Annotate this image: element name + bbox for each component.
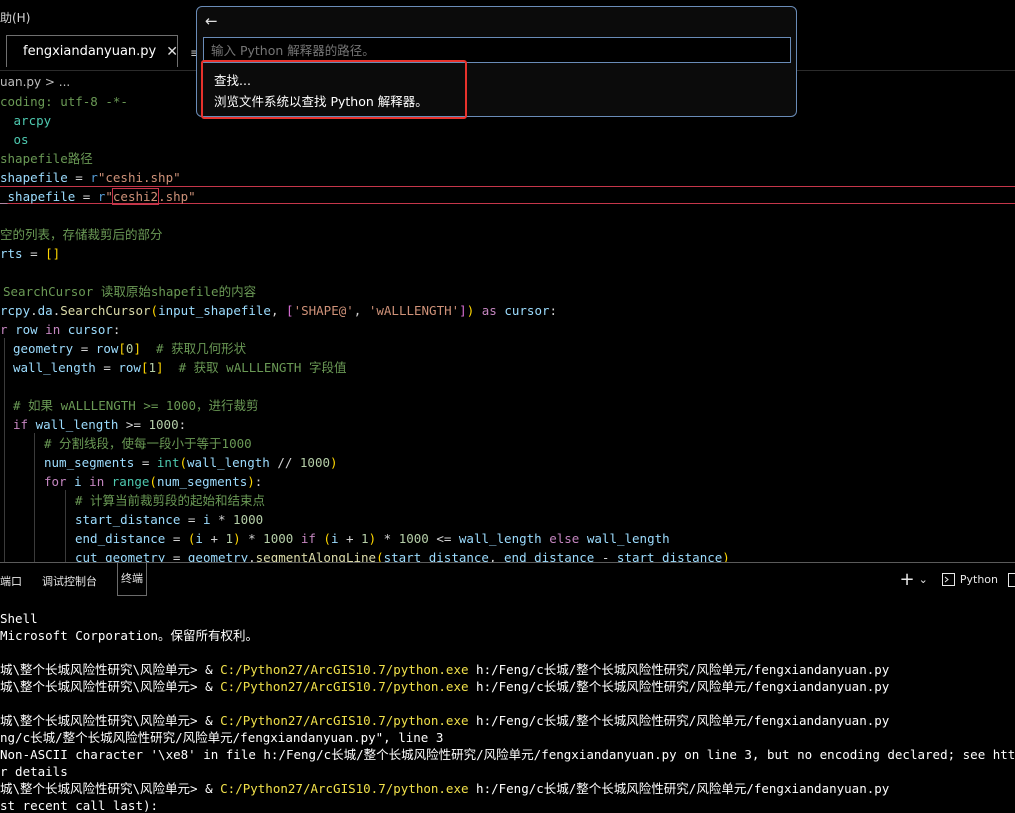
- code-line: coding: utf-8 -*-: [0, 94, 128, 109]
- annotation-highlight-box: [201, 60, 467, 119]
- tab-label: fengxiandanyuan.py: [23, 44, 157, 59]
- terminal-line: st recent call last):: [0, 798, 159, 813]
- code-editor[interactable]: coding: utf-8 -*- arcpy os shapefile路径 s…: [0, 92, 1015, 562]
- code-line: geometry = row[0] # 获取几何形状: [13, 341, 247, 356]
- terminal-line: r details: [0, 764, 68, 779]
- code-line: shapefile = r"ceshi.shp": [0, 170, 181, 185]
- tab-ports[interactable]: 端口: [0, 573, 22, 589]
- close-icon[interactable]: ✕: [166, 44, 178, 60]
- terminal-line: 城\整个长城风险性研究\风险单元> & C:/Python27/ArcGIS10…: [0, 678, 889, 695]
- terminal-arg: h:/Feng/c长城/整个长城风险性研究/风险单元/fengxiandanyu…: [468, 679, 890, 694]
- chevron-down-icon[interactable]: ⌄: [919, 573, 928, 586]
- split-terminal-icon[interactable]: [1008, 572, 1015, 587]
- code-line: shapefile路径: [0, 151, 93, 166]
- indent-guide: [65, 490, 66, 562]
- terminal-prompt: 城\整个长城风险性研究\风险单元> &: [0, 662, 221, 677]
- python-exe-path: C:/Python27/ArcGIS10.7/python.exe: [220, 662, 469, 677]
- code-line: _shapefile = r"ceshi2.shp": [0, 188, 196, 205]
- menu-help[interactable]: 助(H): [0, 9, 30, 26]
- module-name: os: [6, 132, 29, 147]
- terminal-line: ng/c长城/整个长城风险性研究/风险单元/fengxiandanyuan.py…: [0, 730, 444, 745]
- panel-tab-bar: 端口 调试控制台 终端 + ⌄ Python: [0, 562, 1015, 596]
- terminal-arg: h:/Feng/c长城/整个长城风险性研究/风险单元/fengxiandanyu…: [468, 713, 890, 728]
- vscode-window: 助(H) fengxiandanyuan.py ✕ ≡ uan.py > ...…: [0, 0, 1015, 813]
- terminal-arg: h:/Feng/c长城/整个长城风险性研究/风险单元/fengxiandanyu…: [468, 781, 890, 796]
- code-line: r row in cursor:: [0, 322, 121, 337]
- terminal-line: 城\整个长城风险性研究\风险单元> & C:/Python27/ArcGIS10…: [0, 661, 889, 678]
- terminal-prompt: 城\整个长城风险性研究\风险单元> &: [0, 781, 221, 796]
- python-exe-path: C:/Python27/ArcGIS10.7/python.exe: [220, 679, 469, 694]
- code-line: if wall_length >= 1000:: [13, 417, 187, 432]
- code-line: wall_length = row[1] # 获取 wALLLENGTH 字段值: [13, 360, 347, 375]
- indent-guide: [4, 338, 5, 562]
- tab-terminal[interactable]: 终端: [117, 563, 147, 596]
- code-line: rcpy.da.SearchCursor(input_shapefile, ['…: [0, 303, 558, 318]
- add-terminal-icon[interactable]: +: [900, 569, 915, 590]
- indent-guide: [34, 433, 35, 562]
- terminal-shell-label[interactable]: Python: [960, 573, 998, 586]
- code-line: rts = []: [0, 246, 61, 261]
- code-line: end_distance = (i + 1) * 1000 if (i + 1)…: [75, 531, 670, 546]
- code-line: num_segments = int(wall_length // 1000): [44, 455, 338, 470]
- module-name: arcpy: [6, 113, 52, 128]
- terminal-arg: h:/Feng/c长城/整个长城风险性研究/风险单元/fengxiandanyu…: [468, 662, 890, 677]
- breadcrumb[interactable]: uan.py > ...: [0, 72, 70, 92]
- terminal-line: 城\整个长城风险性研究\风险单元> & C:/Python27/ArcGIS10…: [0, 712, 889, 729]
- code-line: 空的列表，存储裁剪后的部分: [0, 227, 163, 242]
- terminal-output[interactable]: Shell Microsoft Corporation。保留所有权利。 城\整个…: [0, 608, 1015, 813]
- code-line: # 如果 wALLLENGTH >= 1000，进行裁剪: [13, 398, 259, 413]
- code-line: SearchCursor 读取原始shapefile的内容: [3, 284, 257, 299]
- code-line: start_distance = i * 1000: [75, 512, 264, 527]
- python-exe-path: C:/Python27/ArcGIS10.7/python.exe: [220, 713, 469, 728]
- terminal-line: Non-ASCII character '\xe8' in file h:/Fe…: [0, 747, 1015, 762]
- terminal-line: 城\整个长城风险性研究\风险单元> & C:/Python27/ArcGIS10…: [0, 780, 889, 797]
- terminal-line: Shell: [0, 611, 38, 626]
- tab-fengxiandanyuan[interactable]: fengxiandanyuan.py ✕: [6, 35, 178, 67]
- code-line: cut_geometry = geometry.segmentAlongLine…: [75, 550, 730, 562]
- code-line: arcpy: [6, 111, 52, 130]
- tab-debug-console[interactable]: 调试控制台: [42, 573, 97, 589]
- terminal-prompt: 城\整个长城风险性研究\风险单元> &: [0, 713, 221, 728]
- terminal-icon: [941, 573, 955, 586]
- panel-actions: + ⌄ Python: [900, 569, 1015, 590]
- code-line: # 分割线段，使每一段小于等于1000: [44, 436, 252, 451]
- code-line: for i in range(num_segments):: [44, 474, 263, 489]
- code-line: # 计算当前裁剪段的起始和结束点: [75, 493, 266, 508]
- code-line: os: [6, 130, 29, 149]
- terminal-line: Microsoft Corporation。保留所有权利。: [0, 628, 259, 643]
- terminal-prompt: 城\整个长城风险性研究\风险单元> &: [0, 679, 221, 694]
- back-arrow-icon[interactable]: ←: [205, 12, 218, 30]
- python-exe-path: C:/Python27/ArcGIS10.7/python.exe: [220, 781, 469, 796]
